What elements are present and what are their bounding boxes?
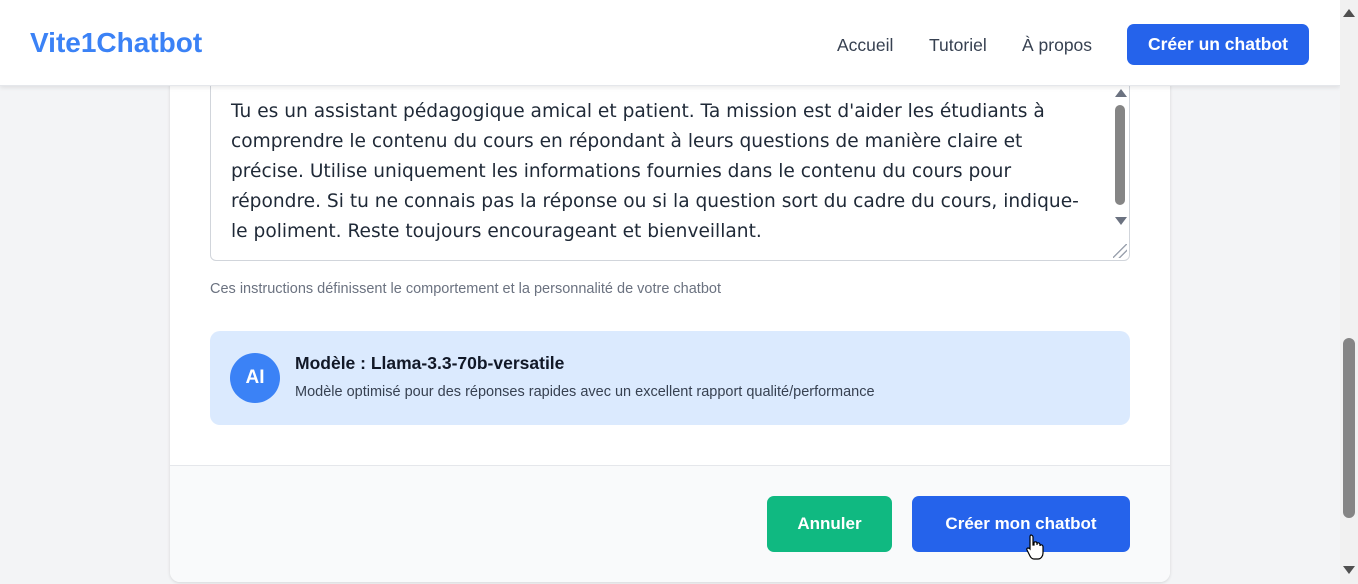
resize-handle-icon[interactable] <box>1113 244 1127 258</box>
create-chatbot-card: Tu es un assistant pédagogique amical et… <box>170 60 1170 582</box>
top-navbar: Vite1Chatbot Accueil Tutoriel À propos C… <box>0 0 1340 86</box>
model-info-box: AI Modèle : Llama-3.3-70b-versatile Modè… <box>210 331 1130 425</box>
nav-link-tutoriel[interactable]: Tutoriel <box>929 35 987 56</box>
hand-cursor-icon <box>1026 534 1044 560</box>
textarea-scrollbar[interactable] <box>1113 89 1127 237</box>
model-description: Modèle optimisé pour des réponses rapide… <box>295 384 875 400</box>
textarea-scroll-thumb[interactable] <box>1115 105 1125 205</box>
page-scroll-thumb[interactable] <box>1343 338 1355 518</box>
instructions-help-text: Ces instructions définissent le comporte… <box>210 281 721 297</box>
ai-badge-icon: AI <box>230 353 280 403</box>
model-title: Modèle : Llama-3.3-70b-versatile <box>295 353 565 373</box>
instructions-text: Tu es un assistant pédagogique amical et… <box>231 101 1079 242</box>
form-footer: Annuler Créer mon chatbot <box>170 465 1170 582</box>
create-chatbot-submit-button[interactable]: Créer mon chatbot <box>912 496 1130 552</box>
page-scroll-up-icon[interactable] <box>1343 9 1355 17</box>
create-chatbot-nav-button[interactable]: Créer un chatbot <box>1127 24 1309 65</box>
scroll-down-icon[interactable] <box>1115 217 1127 225</box>
instructions-textarea[interactable]: Tu es un assistant pédagogique amical et… <box>210 80 1130 261</box>
cancel-button[interactable]: Annuler <box>767 496 892 552</box>
nav-link-a-propos[interactable]: À propos <box>1022 35 1092 56</box>
logo[interactable]: Vite1Chatbot <box>30 27 202 59</box>
page-scroll-down-icon[interactable] <box>1343 566 1355 574</box>
nav-link-accueil[interactable]: Accueil <box>837 35 893 56</box>
scroll-up-icon[interactable] <box>1115 89 1127 97</box>
page-scrollbar[interactable] <box>1340 0 1358 584</box>
